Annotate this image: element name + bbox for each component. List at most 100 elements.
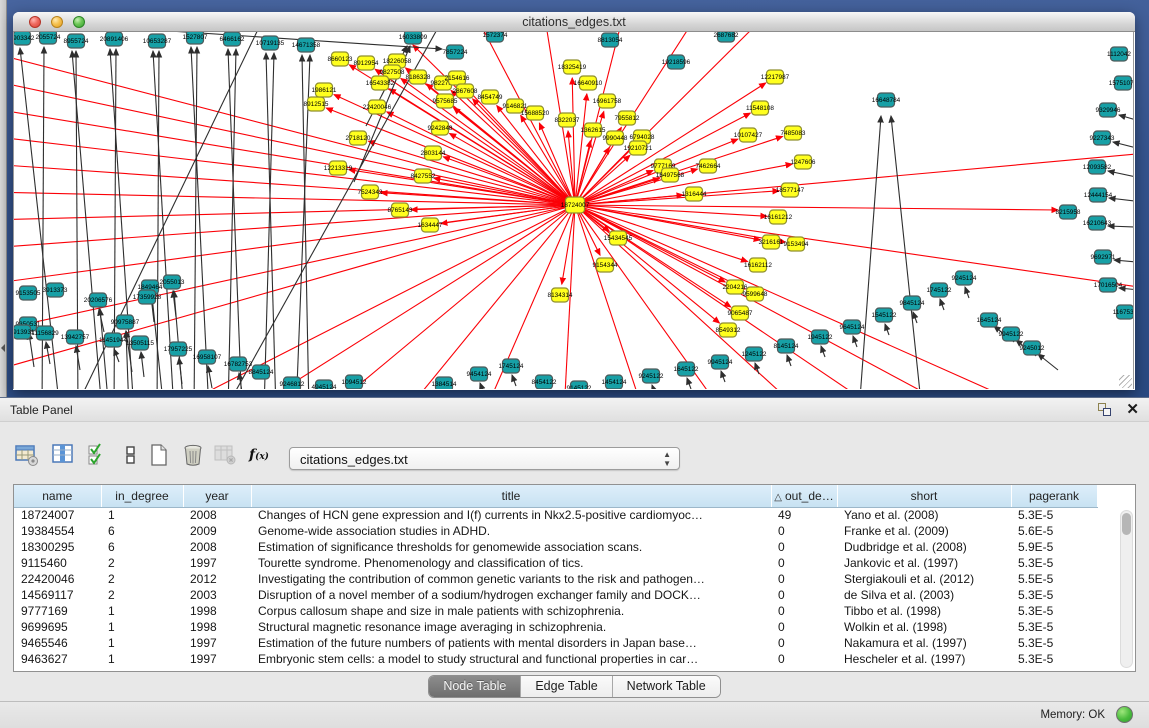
table-scrollbar[interactable] (1120, 510, 1133, 668)
column-header-year[interactable]: year (183, 485, 251, 507)
window-titlebar[interactable]: citations_edges.txt (13, 12, 1135, 32)
table-cell[interactable]: 0 (771, 587, 837, 603)
table-cell[interactable]: 1 (101, 507, 183, 523)
table-cell[interactable]: Franke et al. (2009) (837, 523, 1011, 539)
table-cell[interactable]: 2008 (183, 539, 251, 555)
table-cell[interactable]: 14569117 (14, 587, 101, 603)
table-cell[interactable]: 9463627 (14, 651, 101, 667)
table-cell[interactable]: 0 (771, 523, 837, 539)
table-cell[interactable]: Stergiakouli et al. (2012) (837, 571, 1011, 587)
table-mode-icon[interactable] (14, 442, 40, 468)
table-cell[interactable]: Estimation of significance thresholds fo… (251, 539, 771, 555)
panel-expand-arrow-icon[interactable] (1, 344, 5, 352)
table-cell[interactable]: 0 (771, 651, 837, 667)
table-cell[interactable]: 0 (771, 555, 837, 571)
table-cell[interactable]: 9777169 (14, 603, 101, 619)
table-cell[interactable]: 5.9E-5 (1011, 539, 1097, 555)
table-cell[interactable]: 1 (101, 619, 183, 635)
network-node-label: 1745124 (499, 363, 524, 370)
table-cell[interactable]: 1 (101, 603, 183, 619)
table-cell[interactable]: 1997 (183, 555, 251, 571)
table-cell[interactable]: Changes of HCN gene expression and I(f) … (251, 507, 771, 523)
table-cell[interactable]: 5.6E-5 (1011, 523, 1097, 539)
edit-columns-icon[interactable] (85, 442, 111, 468)
table-cell[interactable]: 2009 (183, 523, 251, 539)
function-builder-icon[interactable]: f(x) (246, 442, 272, 468)
table-cell[interactable]: 1998 (183, 619, 251, 635)
table-cell[interactable]: 49 (771, 507, 837, 523)
row-height-icon[interactable] (118, 442, 144, 468)
table-cell[interactable]: 5.3E-5 (1011, 587, 1097, 603)
window-resize-grip[interactable] (1119, 375, 1132, 388)
table-cell[interactable]: Structural magnetic resonance image aver… (251, 619, 771, 635)
table-cell[interactable]: Estimation of the future numbers of pati… (251, 635, 771, 651)
table-cell[interactable]: 5.3E-5 (1011, 603, 1097, 619)
table-cell[interactable]: Genome-wide association studies in ADHD. (251, 523, 771, 539)
table-cell[interactable]: 0 (771, 539, 837, 555)
table-cell[interactable]: 19384554 (14, 523, 101, 539)
table-cell[interactable]: 5.3E-5 (1011, 507, 1097, 523)
table-cell[interactable]: 1 (101, 635, 183, 651)
show-column-icon[interactable] (50, 442, 76, 468)
table-cell[interactable]: Nakamura et al. (1997) (837, 635, 1011, 651)
table-cell[interactable]: Wolkin et al. (1998) (837, 619, 1011, 635)
memory-status-green-icon[interactable] (1116, 706, 1133, 723)
table-cell[interactable]: 2008 (183, 507, 251, 523)
column-header-short[interactable]: short (837, 485, 1011, 507)
table-cell[interactable]: Tourette syndrome. Phenomenology and cla… (251, 555, 771, 571)
table-cell[interactable]: 5.3E-5 (1011, 635, 1097, 651)
table-cell[interactable]: Dudbridge et al. (2008) (837, 539, 1011, 555)
table-cell[interactable]: Tibbo et al. (1998) (837, 603, 1011, 619)
table-cell[interactable]: 2003 (183, 587, 251, 603)
table-cell[interactable]: 1997 (183, 651, 251, 667)
table-cell[interactable]: 2012 (183, 571, 251, 587)
table-cell[interactable]: 6 (101, 523, 183, 539)
table-cell[interactable]: 18300295 (14, 539, 101, 555)
table-cell[interactable]: de Silva et al. (2003) (837, 587, 1011, 603)
column-header-title[interactable]: title (251, 485, 771, 507)
column-header-out_de[interactable]: △out_de… (771, 485, 837, 507)
table-cell[interactable]: 9465546 (14, 635, 101, 651)
table-panel-header[interactable]: Table Panel ✕ (0, 398, 1149, 422)
network-canvas[interactable]: 1903342205572489557242089140610653287152… (13, 32, 1134, 389)
close-panel-icon[interactable]: ✕ (1126, 400, 1139, 418)
table-cell[interactable]: Corpus callosum shape and size in male p… (251, 603, 771, 619)
tab-edge-table[interactable]: Edge Table (521, 676, 612, 697)
table-cell[interactable]: Jankovic et al. (1997) (837, 555, 1011, 571)
table-cell[interactable]: 5.3E-5 (1011, 555, 1097, 571)
table-cell[interactable]: 0 (771, 635, 837, 651)
table-cell[interactable]: 2 (101, 555, 183, 571)
table-cell[interactable]: 5.3E-5 (1011, 651, 1097, 667)
table-cell[interactable]: 0 (771, 619, 837, 635)
table-cell[interactable]: Yano et al. (2008) (837, 507, 1011, 523)
table-cell[interactable]: 22420046 (14, 571, 101, 587)
column-header-in_degree[interactable]: in_degree (101, 485, 183, 507)
table-cell[interactable]: 18724007 (14, 507, 101, 523)
table-selector-dropdown[interactable]: citations_edges.txt ▲▼ (289, 447, 680, 470)
left-panel-collapsed-strip[interactable] (0, 0, 7, 397)
table-cell[interactable]: 1 (101, 651, 183, 667)
table-cell[interactable]: 1998 (183, 603, 251, 619)
table-cell[interactable]: 2 (101, 587, 183, 603)
table-cell[interactable]: 2 (101, 571, 183, 587)
table-cell[interactable]: 6 (101, 539, 183, 555)
column-header-pagerank[interactable]: pagerank (1011, 485, 1097, 507)
tab-network-table[interactable]: Network Table (613, 676, 720, 697)
table-cell[interactable]: 1997 (183, 635, 251, 651)
table-cell[interactable]: 0 (771, 571, 837, 587)
table-scrollbar-thumb[interactable] (1122, 513, 1131, 535)
tab-node-table[interactable]: Node Table (429, 676, 521, 697)
table-cell[interactable]: 5.3E-5 (1011, 619, 1097, 635)
create-new-column-icon[interactable] (146, 442, 172, 468)
delete-column-trash-icon[interactable] (180, 442, 206, 468)
table-cell[interactable]: 9115460 (14, 555, 101, 571)
table-cell[interactable]: Embryonic stem cells: a model to study s… (251, 651, 771, 667)
table-cell[interactable]: 5.5E-5 (1011, 571, 1097, 587)
table-cell[interactable]: 0 (771, 603, 837, 619)
float-panel-icon[interactable] (1098, 403, 1113, 417)
table-cell[interactable]: Disruption of a novel member of a sodium… (251, 587, 771, 603)
table-cell[interactable]: Investigating the contribution of common… (251, 571, 771, 587)
column-header-name[interactable]: name (14, 485, 101, 507)
table-cell[interactable]: 9699695 (14, 619, 101, 635)
table-cell[interactable]: Hescheler et al. (1997) (837, 651, 1011, 667)
